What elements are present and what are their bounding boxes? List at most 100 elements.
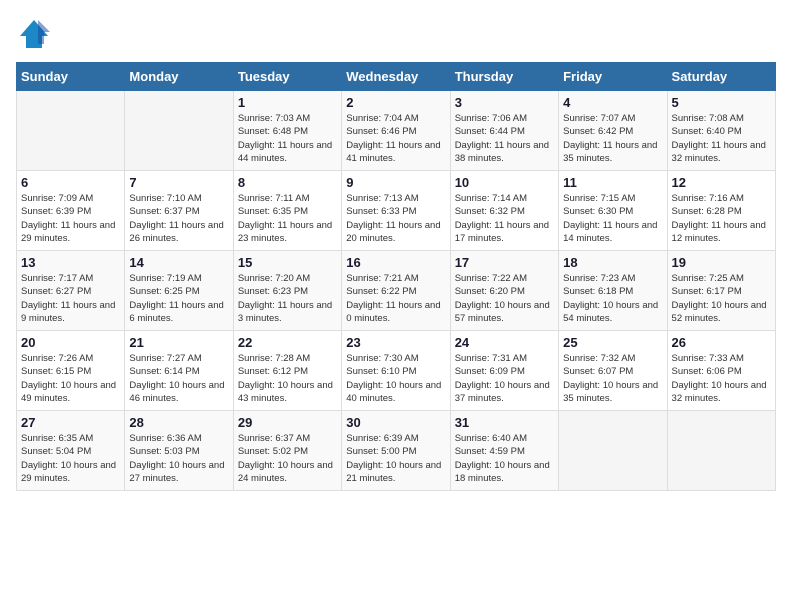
day-number: 21 [129,335,228,350]
day-info: Sunrise: 7:31 AM Sunset: 6:09 PM Dayligh… [455,352,554,405]
logo-icon [16,16,52,52]
day-info: Sunrise: 7:32 AM Sunset: 6:07 PM Dayligh… [563,352,662,405]
weekday-header-tuesday: Tuesday [233,63,341,91]
calendar-cell: 31 Sunrise: 6:40 AM Sunset: 4:59 PM Dayli… [450,411,558,491]
calendar-cell: 22 Sunrise: 7:28 AM Sunset: 6:12 PM Dayli… [233,331,341,411]
day-info: Sunrise: 6:40 AM Sunset: 4:59 PM Dayligh… [455,432,554,485]
week-row-1: 1 Sunrise: 7:03 AM Sunset: 6:48 PM Daylig… [17,91,776,171]
week-row-3: 13Sunrise: 7:17 AM Sunset: 6:27 PM Dayli… [17,251,776,331]
day-info: Sunrise: 7:07 AM Sunset: 6:42 PM Dayligh… [563,112,662,165]
day-info: Sunrise: 7:23 AM Sunset: 6:18 PM Dayligh… [563,272,662,325]
day-number: 5 [672,95,771,110]
calendar-cell: 29 Sunrise: 6:37 AM Sunset: 5:02 PM Dayli… [233,411,341,491]
weekday-row: SundayMondayTuesdayWednesdayThursdayFrid… [17,63,776,91]
calendar-cell: 9 Sunrise: 7:13 AM Sunset: 6:33 PM Daylig… [342,171,450,251]
day-info: Sunrise: 6:39 AM Sunset: 5:00 PM Dayligh… [346,432,445,485]
day-number: 3 [455,95,554,110]
day-number: 6 [21,175,120,190]
weekday-header-friday: Friday [559,63,667,91]
day-info: Sunrise: 7:06 AM Sunset: 6:44 PM Dayligh… [455,112,554,165]
calendar-cell [559,411,667,491]
weekday-header-wednesday: Wednesday [342,63,450,91]
day-info: Sunrise: 7:19 AM Sunset: 6:25 PM Dayligh… [129,272,228,325]
day-number: 31 [455,415,554,430]
day-info: Sunrise: 7:21 AM Sunset: 6:22 PM Dayligh… [346,272,445,325]
day-number: 30 [346,415,445,430]
calendar-cell: 6Sunrise: 7:09 AM Sunset: 6:39 PM Daylig… [17,171,125,251]
day-info: Sunrise: 7:27 AM Sunset: 6:14 PM Dayligh… [129,352,228,405]
calendar-cell: 30 Sunrise: 6:39 AM Sunset: 5:00 PM Dayli… [342,411,450,491]
calendar-cell [125,91,233,171]
calendar-body: 1 Sunrise: 7:03 AM Sunset: 6:48 PM Daylig… [17,91,776,491]
day-info: Sunrise: 7:22 AM Sunset: 6:20 PM Dayligh… [455,272,554,325]
day-number: 29 [238,415,337,430]
logo [16,16,56,52]
day-info: Sunrise: 7:15 AM Sunset: 6:30 PM Dayligh… [563,192,662,245]
day-number: 16 [346,255,445,270]
calendar-table: SundayMondayTuesdayWednesdayThursdayFrid… [16,62,776,491]
week-row-2: 6Sunrise: 7:09 AM Sunset: 6:39 PM Daylig… [17,171,776,251]
day-number: 17 [455,255,554,270]
day-number: 27 [21,415,120,430]
calendar-cell: 28Sunrise: 6:36 AM Sunset: 5:03 PM Dayli… [125,411,233,491]
calendar-cell: 16 Sunrise: 7:21 AM Sunset: 6:22 PM Dayli… [342,251,450,331]
day-info: Sunrise: 7:10 AM Sunset: 6:37 PM Dayligh… [129,192,228,245]
day-number: 14 [129,255,228,270]
day-number: 28 [129,415,228,430]
day-number: 8 [238,175,337,190]
day-info: Sunrise: 6:37 AM Sunset: 5:02 PM Dayligh… [238,432,337,485]
day-number: 7 [129,175,228,190]
day-info: Sunrise: 7:26 AM Sunset: 6:15 PM Dayligh… [21,352,120,405]
day-info: Sunrise: 6:35 AM Sunset: 5:04 PM Dayligh… [21,432,120,485]
day-info: Sunrise: 7:04 AM Sunset: 6:46 PM Dayligh… [346,112,445,165]
day-number: 18 [563,255,662,270]
calendar-cell: 20 Sunrise: 7:26 AM Sunset: 6:15 PM Dayli… [17,331,125,411]
calendar-cell [667,411,775,491]
day-info: Sunrise: 7:30 AM Sunset: 6:10 PM Dayligh… [346,352,445,405]
page-header [16,16,776,52]
calendar-cell: 18 Sunrise: 7:23 AM Sunset: 6:18 PM Dayli… [559,251,667,331]
day-number: 13 [21,255,120,270]
calendar-cell [17,91,125,171]
day-number: 19 [672,255,771,270]
calendar-cell: 2Sunrise: 7:04 AM Sunset: 6:46 PM Daylig… [342,91,450,171]
day-number: 1 [238,95,337,110]
week-row-4: 20 Sunrise: 7:26 AM Sunset: 6:15 PM Dayli… [17,331,776,411]
day-number: 25 [563,335,662,350]
calendar-cell: 14 Sunrise: 7:19 AM Sunset: 6:25 PM Dayli… [125,251,233,331]
day-info: Sunrise: 7:14 AM Sunset: 6:32 PM Dayligh… [455,192,554,245]
calendar-cell: 8 Sunrise: 7:11 AM Sunset: 6:35 PM Daylig… [233,171,341,251]
day-info: Sunrise: 7:13 AM Sunset: 6:33 PM Dayligh… [346,192,445,245]
calendar-cell: 3 Sunrise: 7:06 AM Sunset: 6:44 PM Daylig… [450,91,558,171]
day-info: Sunrise: 7:11 AM Sunset: 6:35 PM Dayligh… [238,192,337,245]
calendar-cell: 25 Sunrise: 7:32 AM Sunset: 6:07 PM Dayli… [559,331,667,411]
day-number: 24 [455,335,554,350]
weekday-header-saturday: Saturday [667,63,775,91]
calendar-cell: 12 Sunrise: 7:16 AM Sunset: 6:28 PM Dayli… [667,171,775,251]
day-number: 11 [563,175,662,190]
day-number: 12 [672,175,771,190]
calendar-cell: 7 Sunrise: 7:10 AM Sunset: 6:37 PM Daylig… [125,171,233,251]
day-number: 9 [346,175,445,190]
calendar-cell: 23 Sunrise: 7:30 AM Sunset: 6:10 PM Dayli… [342,331,450,411]
day-info: Sunrise: 7:03 AM Sunset: 6:48 PM Dayligh… [238,112,337,165]
weekday-header-sunday: Sunday [17,63,125,91]
calendar-cell: 1 Sunrise: 7:03 AM Sunset: 6:48 PM Daylig… [233,91,341,171]
weekday-header-monday: Monday [125,63,233,91]
calendar-cell: 24 Sunrise: 7:31 AM Sunset: 6:09 PM Dayli… [450,331,558,411]
day-number: 20 [21,335,120,350]
day-number: 22 [238,335,337,350]
day-info: Sunrise: 7:08 AM Sunset: 6:40 PM Dayligh… [672,112,771,165]
day-number: 23 [346,335,445,350]
calendar-cell: 15Sunrise: 7:20 AM Sunset: 6:23 PM Dayli… [233,251,341,331]
calendar-cell: 27 Sunrise: 6:35 AM Sunset: 5:04 PM Dayli… [17,411,125,491]
calendar-header: SundayMondayTuesdayWednesdayThursdayFrid… [17,63,776,91]
day-info: Sunrise: 7:16 AM Sunset: 6:28 PM Dayligh… [672,192,771,245]
day-info: Sunrise: 7:28 AM Sunset: 6:12 PM Dayligh… [238,352,337,405]
calendar-cell: 4Sunrise: 7:07 AM Sunset: 6:42 PM Daylig… [559,91,667,171]
calendar-cell: 17 Sunrise: 7:22 AM Sunset: 6:20 PM Dayli… [450,251,558,331]
calendar-cell: 26Sunrise: 7:33 AM Sunset: 6:06 PM Dayli… [667,331,775,411]
day-number: 10 [455,175,554,190]
calendar-cell: 19Sunrise: 7:25 AM Sunset: 6:17 PM Dayli… [667,251,775,331]
day-info: Sunrise: 7:33 AM Sunset: 6:06 PM Dayligh… [672,352,771,405]
